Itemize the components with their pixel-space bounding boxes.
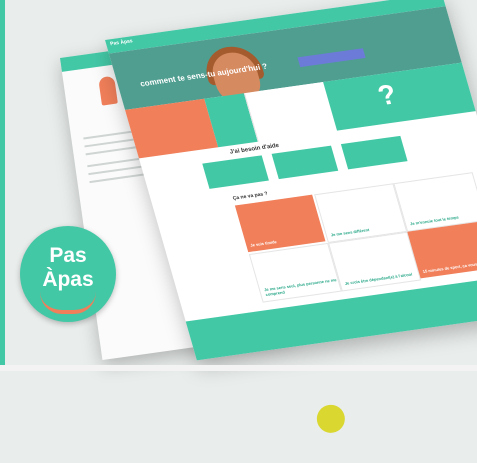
topic-label: 15 minutes de sport, ça vous dit	[422, 261, 477, 274]
topic-card[interactable]: Je suis timide	[234, 194, 326, 253]
topic-card[interactable]: Je me sens seul, plus personne ne me com…	[248, 242, 342, 303]
smiley-face-icon	[315, 403, 347, 435]
topic-card[interactable]: Je crois être dépendant(e) à l'alcool	[328, 231, 422, 292]
logo-smile-icon	[40, 292, 96, 314]
left-accent-bar	[0, 0, 5, 371]
figure-illustration	[98, 75, 118, 106]
topic-grid: Je suis timide Je me sens différent Je m…	[234, 172, 477, 303]
logo-text-line2: Àpas	[42, 268, 94, 291]
ca-va-pas-title: Ça ne va pas ?	[232, 190, 269, 202]
pasapas-logo: Pas Àpas	[20, 226, 116, 322]
help-card-3[interactable]	[340, 135, 408, 170]
logo-text-line1: Pas	[49, 244, 87, 267]
feature-tile-3[interactable]	[243, 81, 339, 142]
help-card-1[interactable]	[202, 155, 269, 189]
topic-label: Je me sens seul, plus personne ne me com…	[263, 277, 338, 298]
help-card-2[interactable]	[271, 145, 339, 180]
topic-label: Je suis timide	[249, 239, 278, 248]
topic-card[interactable]: 15 minutes de sport, ça vous dit	[407, 220, 477, 279]
topic-label: Je me sens différent	[330, 227, 370, 238]
feature-tile-1[interactable]	[125, 98, 219, 159]
topic-label: Je crois être dépendant(e) à l'alcool	[344, 271, 413, 286]
hero-cta-button[interactable]	[297, 48, 366, 68]
site-logo[interactable]: Pas Àpas	[110, 38, 134, 47]
bottom-frame	[0, 365, 477, 371]
